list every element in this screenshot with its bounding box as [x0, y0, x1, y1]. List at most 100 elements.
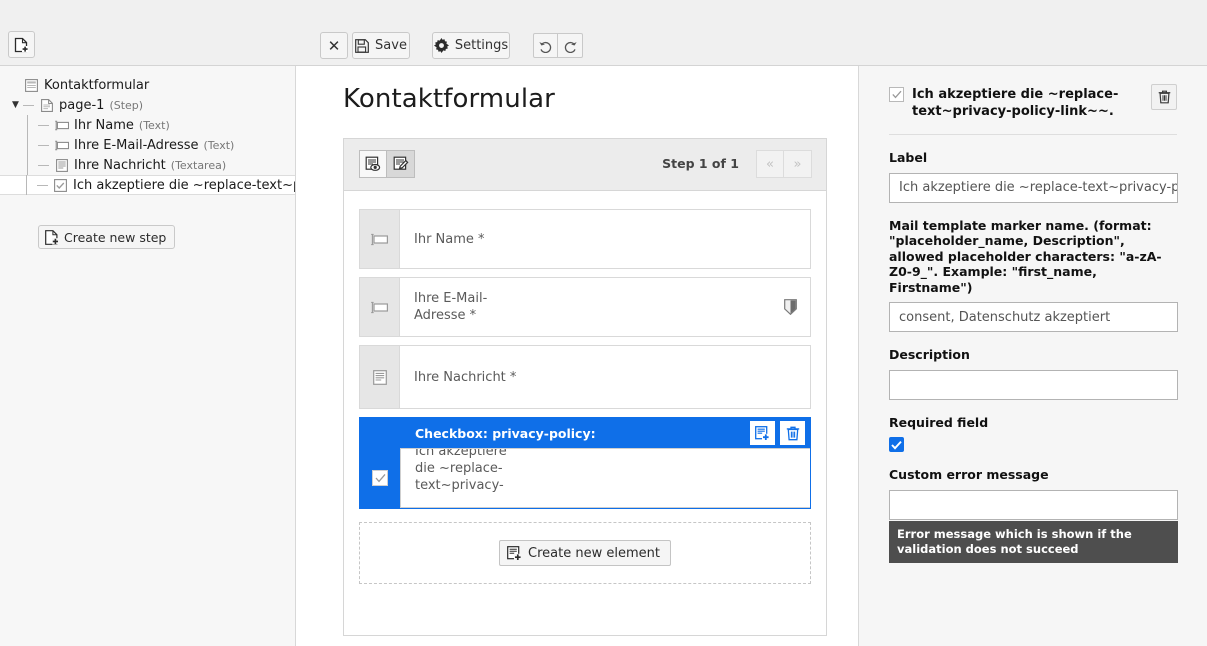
field-type-gutter — [360, 210, 400, 268]
tree-item-kontaktformular[interactable]: Kontaktformular — [0, 75, 295, 95]
tree-item-checkbox-privacy-policy[interactable]: Ich akzeptiere die ~replace-text~pri — [0, 175, 296, 195]
checkbox-icon — [52, 178, 69, 192]
field-label: Ihre E-Mail-Adresse * — [414, 291, 488, 323]
trash-icon — [1158, 90, 1171, 104]
redo-icon — [563, 39, 578, 53]
textarea-icon — [372, 369, 387, 385]
tree-item-label: Ihre E-Mail-Adresse — [74, 137, 199, 153]
page-icon — [38, 98, 55, 112]
tree-item-label: page-1 — [59, 97, 105, 113]
create-new-element-button[interactable]: Create new element — [499, 540, 671, 566]
element-inspector-panel: Ich akzeptiere die ~replace-text~privacy… — [858, 66, 1207, 646]
add-element-button[interactable] — [750, 421, 775, 445]
create-new-step-label: Create new step — [64, 229, 167, 245]
create-new-element-label: Create new element — [528, 545, 660, 561]
inspector-delete-button[interactable] — [1151, 84, 1177, 110]
text-input-icon — [53, 120, 70, 131]
element-dropzone[interactable]: Create new element — [359, 522, 811, 584]
redo-button[interactable] — [558, 33, 583, 58]
close-button[interactable]: ✕ — [320, 32, 348, 59]
add-element-icon — [507, 545, 522, 561]
error-message-input[interactable] — [889, 489, 1178, 520]
field-type-gutter — [360, 346, 400, 408]
undo-button[interactable] — [533, 33, 558, 58]
form-field-ihr-name[interactable]: Ihr Name * — [359, 209, 811, 269]
tree-item-ihre-nachricht[interactable]: Ihre Nachricht (Textarea) — [0, 155, 295, 175]
label-field-heading: Label — [889, 150, 928, 165]
close-icon: ✕ — [327, 36, 341, 55]
tree-item-label: Ich akzeptiere die ~replace-text~pri — [73, 177, 296, 193]
tree-item-type: (Step) — [109, 98, 144, 112]
next-step-button[interactable]: » — [784, 150, 812, 178]
preview-mode-button[interactable] — [359, 150, 387, 178]
selected-element-actions — [750, 421, 805, 445]
required-field-checkbox[interactable] — [889, 437, 904, 452]
add-page-icon — [45, 229, 59, 245]
text-input-icon — [371, 301, 388, 314]
inspector-divider — [889, 134, 1177, 135]
required-field-heading: Required field — [889, 414, 989, 430]
element-checkbox[interactable] — [372, 470, 388, 486]
error-message-heading: Custom error message — [889, 467, 1049, 482]
tree-item-label: Kontaktformular — [44, 77, 150, 93]
inspector-title: Ich akzeptiere die ~replace-text~privacy… — [912, 87, 1119, 119]
form-icon — [23, 78, 40, 92]
tree-item-label: Ihre Nachricht — [74, 157, 166, 173]
form-elements-list: Ihr Name * Ihre E-Mail-Adresse * Ihre Na… — [344, 191, 826, 584]
form-toolbar: Step 1 of 1 « » — [344, 139, 826, 191]
top-toolbar: ✕ Save Settings — [0, 0, 1207, 66]
new-document-icon — [14, 37, 29, 53]
prev-step-button[interactable]: « — [756, 150, 784, 178]
checkbox-label-area: Ich akzeptiere die ~replace-text~privacy… — [400, 448, 810, 508]
tree-item-page-1[interactable]: ▼ page-1 (Step) — [0, 95, 295, 115]
tree-item-label: Ihr Name — [74, 117, 134, 133]
undo-icon — [538, 39, 553, 53]
shield-icon — [784, 299, 797, 315]
page-title: Kontaktformular — [343, 84, 555, 114]
selected-element-header: Checkbox: privacy-policy: — [360, 418, 810, 448]
description-field-heading: Description — [889, 347, 970, 362]
tree-item-type: (Text) — [138, 118, 170, 132]
marker-input[interactable]: consent, Datenschutz akzeptiert — [889, 302, 1178, 332]
step-pager: « » — [756, 150, 812, 178]
field-label-wrap: Ihre E-Mail-Adresse * — [400, 278, 810, 336]
settings-button[interactable]: Settings — [432, 32, 510, 59]
tree-item-ihre-email-adresse[interactable]: Ihre E-Mail-Adresse (Text) — [0, 135, 295, 155]
save-label: Save — [375, 38, 407, 53]
create-new-step-button[interactable]: Create new step — [38, 225, 176, 249]
form-preview-box: Step 1 of 1 « » Ihr Name * Ihre E-Mail-A… — [343, 138, 827, 636]
tree-item-ihr-name[interactable]: Ihr Name (Text) — [0, 115, 295, 135]
inspector-title-row: Ich akzeptiere die ~replace-text~privacy… — [889, 86, 1135, 120]
field-label: Ihre Nachricht * — [414, 369, 517, 385]
step-indicator: Step 1 of 1 — [662, 156, 739, 171]
trash-icon — [786, 426, 800, 441]
label-input[interactable]: Ich akzeptiere die ~replace-text~privacy… — [889, 172, 1178, 203]
settings-label: Settings — [454, 38, 509, 53]
add-element-icon — [755, 425, 770, 441]
element-tree: Kontaktformular ▼ page-1 (Step) Ihr Name… — [0, 66, 295, 195]
tree-item-type: (Text) — [203, 138, 235, 152]
text-input-icon — [53, 140, 70, 151]
chevron-left-icon: « — [766, 156, 774, 172]
field-label: Ihr Name * — [414, 231, 485, 247]
edit-pencil-icon — [393, 156, 409, 172]
description-input[interactable] — [889, 369, 1178, 400]
chevron-down-icon[interactable]: ▼ — [8, 100, 23, 110]
new-document-button[interactable] — [8, 31, 35, 58]
tree-item-type: (Textarea) — [170, 158, 227, 172]
text-input-icon — [371, 233, 388, 246]
form-field-ihre-email-adresse[interactable]: Ihre E-Mail-Adresse * — [359, 277, 811, 337]
view-mode-toggle — [359, 150, 415, 178]
field-type-gutter — [360, 278, 400, 336]
form-field-ihre-nachricht[interactable]: Ihre Nachricht * — [359, 345, 811, 409]
textarea-icon — [53, 158, 70, 172]
edit-mode-button[interactable] — [387, 150, 415, 178]
chevron-right-icon: » — [793, 156, 802, 172]
save-button[interactable]: Save — [352, 32, 410, 59]
error-message-tooltip: Error message which is shown if the vali… — [889, 520, 1178, 563]
delete-element-button[interactable] — [780, 421, 805, 445]
form-structure-sidebar: Kontaktformular ▼ page-1 (Step) Ihr Name… — [0, 66, 296, 646]
form-canvas: Kontaktformular Step 1 of 1 « » Ihr Name… — [296, 66, 858, 646]
selected-form-element-checkbox[interactable]: Checkbox: privacy-policy: Ich akzeptiere… — [359, 417, 811, 509]
inspector-header: Ich akzeptiere die ~replace-text~privacy… — [889, 84, 1177, 120]
